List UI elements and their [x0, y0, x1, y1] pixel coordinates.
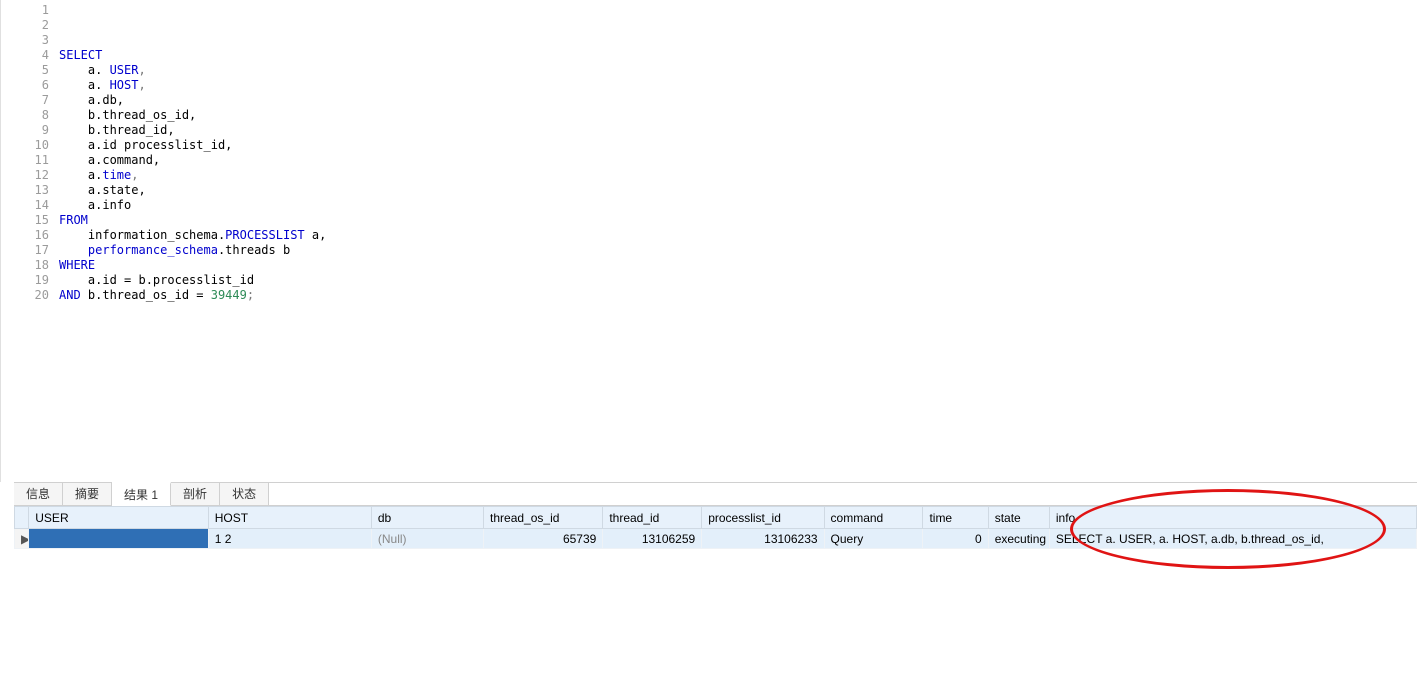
code-line[interactable]: a.id = b.processlist_id — [59, 273, 1417, 288]
sql-editor[interactable]: 1234567891011121314151617181920 SELECT a… — [0, 0, 1417, 482]
code-line[interactable]: a. USER, — [59, 63, 1417, 78]
col-header-time[interactable]: time — [923, 507, 988, 529]
line-number: 9 — [1, 123, 49, 138]
code-line[interactable]: a. HOST, — [59, 78, 1417, 93]
tab-结果 1[interactable]: 结果 1 — [112, 482, 171, 506]
code-line[interactable]: a.db, — [59, 93, 1417, 108]
col-header-info[interactable]: info — [1049, 507, 1416, 529]
line-number: 5 — [1, 63, 49, 78]
col-header-thread_id[interactable]: thread_id — [603, 507, 702, 529]
code-line[interactable]: AND b.thread_os_id = 39449; — [59, 288, 1417, 303]
row-handle[interactable]: ▶ — [15, 529, 29, 549]
line-number: 4 — [1, 48, 49, 63]
line-number: 8 — [1, 108, 49, 123]
col-header-HOST[interactable]: HOST — [208, 507, 371, 529]
code-line[interactable]: a.time, — [59, 168, 1417, 183]
code-line[interactable] — [59, 18, 1417, 33]
code-line[interactable]: performance_schema.threads b — [59, 243, 1417, 258]
code-line[interactable]: a.command, — [59, 153, 1417, 168]
code-line[interactable]: SELECT — [59, 48, 1417, 63]
cell-processlist_id[interactable]: 13106233 — [702, 529, 824, 549]
tab-信息[interactable]: 信息 — [14, 483, 63, 505]
cell-thread_id[interactable]: 13106259 — [603, 529, 702, 549]
cell-info[interactable]: SELECT a. USER, a. HOST, a.db, b.thread_… — [1049, 529, 1416, 549]
code-line[interactable] — [59, 33, 1417, 48]
tab-剖析[interactable]: 剖析 — [171, 483, 220, 505]
line-number: 13 — [1, 183, 49, 198]
cell-HOST[interactable]: 1 2 — [208, 529, 371, 549]
line-number: 10 — [1, 138, 49, 153]
code-line[interactable]: a.id processlist_id, — [59, 138, 1417, 153]
code-line[interactable]: a.state, — [59, 183, 1417, 198]
line-number: 7 — [1, 93, 49, 108]
code-line[interactable]: b.thread_os_id, — [59, 108, 1417, 123]
tab-状态[interactable]: 状态 — [220, 483, 269, 505]
line-number: 2 — [1, 18, 49, 33]
code-area[interactable]: SELECT a. USER, a. HOST, a.db, b.thread_… — [59, 0, 1417, 482]
code-line[interactable] — [59, 3, 1417, 18]
line-number: 1 — [1, 3, 49, 18]
col-header-processlist_id[interactable]: processlist_id — [702, 507, 824, 529]
col-header-USER[interactable]: USER — [29, 507, 208, 529]
cell-command[interactable]: Query — [824, 529, 923, 549]
line-number: 16 — [1, 228, 49, 243]
line-number: 17 — [1, 243, 49, 258]
col-header-thread_os_id[interactable]: thread_os_id — [484, 507, 603, 529]
cell-time[interactable]: 0 — [923, 529, 988, 549]
row-handle-header — [15, 507, 29, 529]
line-number: 15 — [1, 213, 49, 228]
results-pane: USERHOSTdbthread_os_idthread_idprocessli… — [14, 506, 1417, 681]
results-grid[interactable]: USERHOSTdbthread_os_idthread_idprocessli… — [14, 506, 1417, 549]
cell-db[interactable]: (Null) — [371, 529, 483, 549]
table-row[interactable]: ▶ 1 2(Null)657391310625913106233Query0exe… — [15, 529, 1417, 549]
line-number: 18 — [1, 258, 49, 273]
cell-state[interactable]: executing — [988, 529, 1049, 549]
line-number-gutter: 1234567891011121314151617181920 — [1, 0, 59, 482]
code-line[interactable]: WHERE — [59, 258, 1417, 273]
line-number: 19 — [1, 273, 49, 288]
col-header-db[interactable]: db — [371, 507, 483, 529]
line-number: 11 — [1, 153, 49, 168]
code-line[interactable]: a.info — [59, 198, 1417, 213]
results-tabs: 信息摘要结果 1剖析状态 — [14, 482, 1417, 506]
code-line[interactable]: FROM — [59, 213, 1417, 228]
cell-thread_os_id[interactable]: 65739 — [484, 529, 603, 549]
cell-USER[interactable] — [29, 529, 208, 549]
col-header-state[interactable]: state — [988, 507, 1049, 529]
code-line[interactable]: information_schema.PROCESSLIST a, — [59, 228, 1417, 243]
line-number: 14 — [1, 198, 49, 213]
line-number: 20 — [1, 288, 49, 303]
tab-摘要[interactable]: 摘要 — [63, 483, 112, 505]
line-number: 6 — [1, 78, 49, 93]
code-line[interactable]: b.thread_id, — [59, 123, 1417, 138]
col-header-command[interactable]: command — [824, 507, 923, 529]
line-number: 3 — [1, 33, 49, 48]
line-number: 12 — [1, 168, 49, 183]
